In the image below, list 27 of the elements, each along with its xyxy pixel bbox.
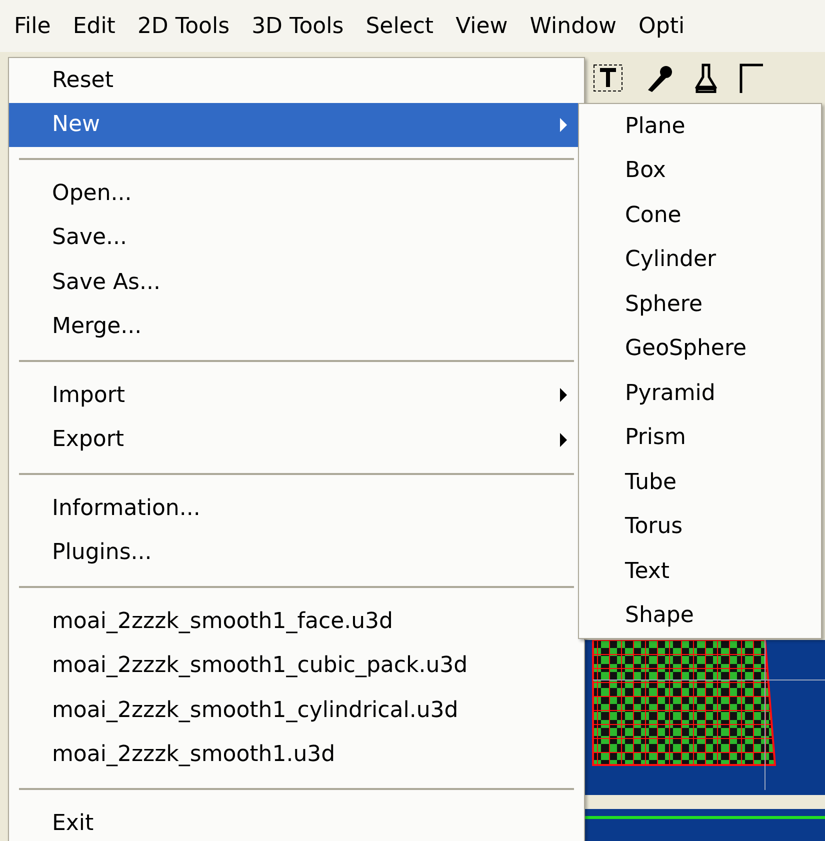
menu-item[interactable]: moai_2zzzk_smooth1_cylindrical.u3d xyxy=(9,688,584,732)
menu-item[interactable]: Cylinder xyxy=(579,238,821,282)
submenu-arrow-icon xyxy=(559,432,568,447)
menu-bar-item[interactable]: 2D Tools xyxy=(137,10,230,42)
text-tool-icon[interactable] xyxy=(593,64,623,92)
menu-item[interactable]: moai_2zzzk_smooth1_cubic_pack.u3d xyxy=(9,644,584,688)
menu-item[interactable]: moai_2zzzk_smooth1.u3d xyxy=(9,732,584,777)
menu-bar-item[interactable]: Opti xyxy=(638,10,685,42)
menu-bar-item[interactable]: 3D Tools xyxy=(252,10,344,42)
menu-bar-item[interactable]: View xyxy=(456,10,508,42)
menu-bar-item[interactable]: Select xyxy=(366,10,434,42)
submenu-arrow-icon xyxy=(559,388,568,402)
menu-item[interactable]: Box xyxy=(579,148,821,193)
menu-item[interactable]: Cone xyxy=(579,193,821,238)
menu-item[interactable]: Exit xyxy=(9,801,584,841)
menu-item[interactable]: Shape xyxy=(579,594,821,638)
menu-item[interactable]: Reset xyxy=(9,58,584,102)
menu-bar-item[interactable]: Window xyxy=(530,10,617,42)
menu-bar-item[interactable]: Edit xyxy=(72,10,116,42)
menu-item[interactable]: Tube xyxy=(579,460,821,504)
menu-item[interactable]: Text xyxy=(579,549,821,594)
menu-item[interactable]: Torus xyxy=(579,504,821,549)
rectangle-tool-icon[interactable] xyxy=(739,63,763,93)
menu-bar-item[interactable]: File xyxy=(14,10,51,42)
menu-item[interactable]: GeoSphere xyxy=(579,326,821,371)
menu-item[interactable]: Sphere xyxy=(579,282,821,326)
submenu-arrow-icon xyxy=(559,118,568,132)
